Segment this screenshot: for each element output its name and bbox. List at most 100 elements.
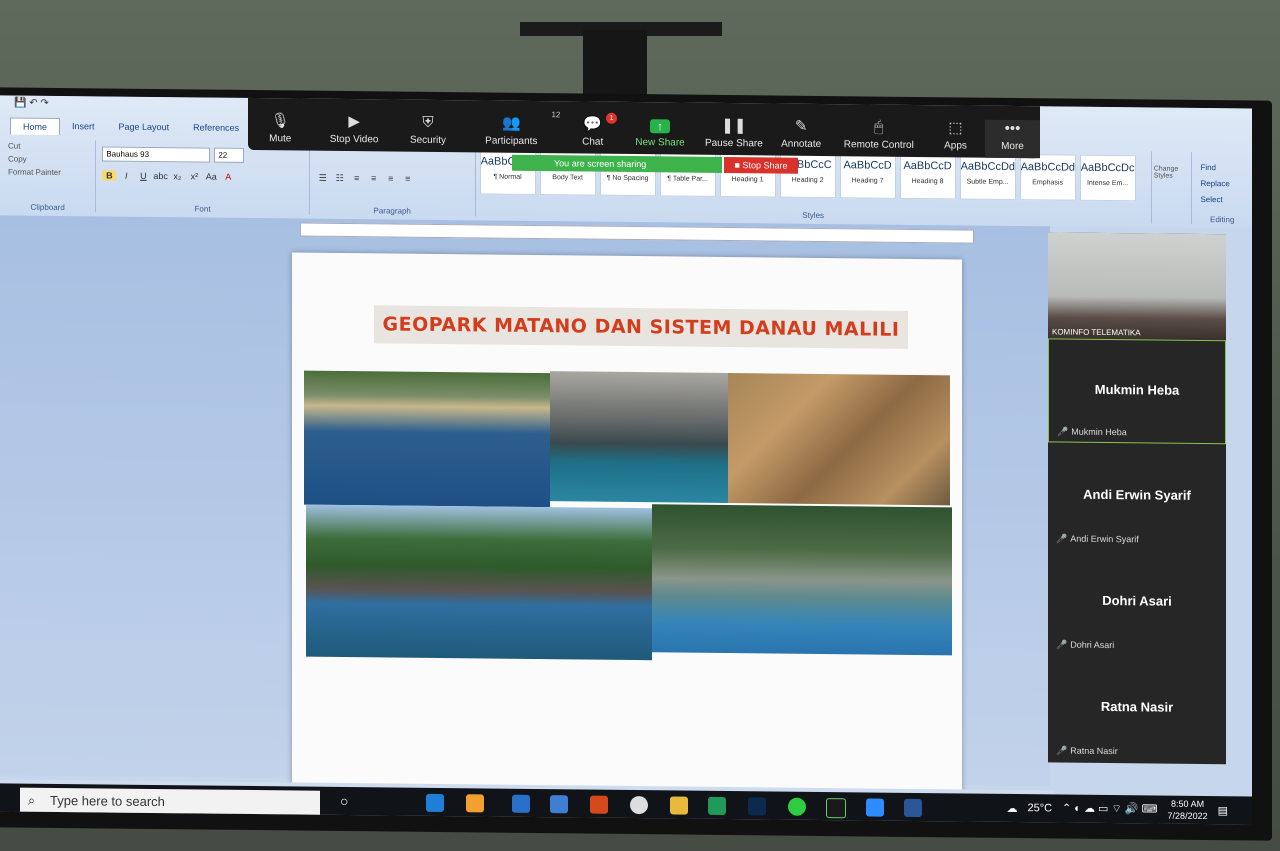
style-name: Body Text (552, 174, 583, 182)
edge-icon[interactable] (426, 793, 444, 813)
style-intense-em-[interactable]: AaBbCcDc Intense Em... (1079, 154, 1136, 202)
font-size-select[interactable]: 22 (214, 147, 245, 163)
security-button[interactable]: ⛨ Security (396, 114, 460, 153)
share-arrow-icon: ↑ (650, 119, 670, 134)
remote-control-button[interactable]: 🖱 Remote Control (832, 118, 927, 157)
find-button[interactable]: Find (1200, 160, 1244, 176)
file-explorer-icon[interactable] (670, 796, 688, 815)
tab-home[interactable]: Home (10, 117, 61, 136)
photo-lake-sandbar (304, 370, 550, 508)
taskbar-search-box[interactable]: ⌕ Type here to search (20, 787, 320, 817)
store-icon[interactable] (466, 794, 484, 813)
notification-icon[interactable]: ▤ (1218, 804, 1228, 817)
align-center-icon[interactable]: ≡ (367, 173, 381, 184)
justify-icon[interactable]: ≡ (401, 174, 415, 185)
app-icon[interactable] (708, 796, 726, 815)
font-color-button[interactable]: A (221, 172, 235, 182)
ribbon-tabs: Home Insert Page Layout References (10, 117, 251, 137)
select-button[interactable]: Select (1200, 192, 1244, 208)
replace-button[interactable]: Replace (1200, 176, 1244, 192)
horizontal-ruler[interactable] (300, 222, 974, 244)
change-styles-button[interactable]: Change Styles (1152, 151, 1192, 179)
numbering-icon[interactable]: ☷ (333, 173, 347, 184)
annotate-button[interactable]: ✎ Annotate (771, 116, 832, 156)
participant-label: Dohri Asari (1070, 639, 1115, 651)
cut-button[interactable]: Cut (0, 139, 95, 153)
monitor-mount-post (583, 30, 647, 100)
title-box: GEOPARK MATANO DAN SISTEM DANAU MALILI (374, 305, 908, 349)
style-subtle-emp-[interactable]: AaBbCcDd Subtle Emp... (959, 153, 1016, 201)
clipboard-group: Cut Copy Format Painter Clipboard (0, 139, 97, 213)
mute-button[interactable]: 🎙 Mute (248, 111, 312, 151)
zoom-icon[interactable] (866, 798, 884, 817)
bold-button[interactable]: B (102, 170, 117, 181)
chat-button[interactable]: 1 💬 Chat (562, 112, 623, 154)
style-preview: AaBbCcD (903, 159, 952, 173)
participant-tile[interactable]: Dohri Asari 🎤 Dohri Asari (1048, 550, 1226, 656)
tab-references[interactable]: References (181, 119, 251, 137)
clock-date: 7/28/2022 (1167, 810, 1208, 822)
style-name: Heading 1 (731, 176, 764, 184)
camera-video-tile[interactable]: KOMINFO TELEMATIKA (1048, 232, 1226, 341)
bullets-icon[interactable]: ☰ (316, 173, 330, 184)
quick-access-toolbar[interactable]: 💾 ↶ ↷ (14, 98, 49, 109)
video-camera-icon: ▶ (348, 113, 360, 131)
muted-mic-icon: 🎤 (1056, 745, 1068, 756)
strikethrough-button[interactable]: abc (153, 171, 168, 181)
more-button[interactable]: ••• More (984, 119, 1040, 159)
participant-label: Ratna Nasir (1070, 745, 1118, 757)
clock[interactable]: 8:50 AM 7/28/2022 (1168, 798, 1208, 822)
tab-insert[interactable]: Insert (60, 118, 107, 135)
document-page[interactable]: GEOPARK MATANO DAN SISTEM DANAU MALILI (292, 252, 962, 800)
tray-icons[interactable]: ⌃ ◐ ☁ ▭ ⌔ 🔊 ⌨ (1062, 802, 1158, 817)
photo-rocky-shoreline (306, 504, 652, 661)
participant-tile[interactable]: Mukmin Heba 🎤 Mukmin Heba (1048, 338, 1226, 445)
photoshop-icon[interactable] (748, 797, 766, 816)
align-left-icon[interactable]: ≡ (350, 173, 364, 184)
pause-share-button[interactable]: ❚❚ Pause Share (697, 116, 771, 156)
photos-icon[interactable] (550, 795, 568, 814)
apps-icon: ⬚ (948, 119, 963, 137)
clock-time: 8:50 AM (1171, 798, 1205, 810)
change-styles-group: Change Styles (1151, 151, 1193, 224)
task-view-icon[interactable]: ○ (340, 793, 358, 811)
participant-tile[interactable]: Andi Erwin Syarif 🎤 Andi Erwin Syarif (1048, 444, 1226, 550)
tab-page-layout[interactable]: Page Layout (107, 119, 182, 137)
document-title: GEOPARK MATANO DAN SISTEM DANAU MALILI (382, 313, 900, 341)
underline-button[interactable]: U (136, 171, 150, 181)
italic-button[interactable]: I (119, 171, 133, 181)
apps-button[interactable]: ⬚ Apps (926, 118, 985, 158)
mail-icon[interactable] (512, 794, 530, 813)
subscript-button[interactable]: x₂ (170, 171, 184, 181)
font-family-select[interactable]: Bauhaus 93 (102, 146, 211, 163)
participants-button[interactable]: 12 👥 Participants (460, 110, 562, 153)
office-icon[interactable] (590, 795, 608, 814)
change-case-button[interactable]: Aa (204, 172, 218, 182)
style-heading-8[interactable]: AaBbCcD Heading 8 (899, 152, 956, 200)
style-heading-7[interactable]: AaBbCcD Heading 7 (839, 152, 896, 199)
photo-forest-reflection (652, 504, 952, 656)
more-dots-icon: ••• (1004, 119, 1021, 138)
shield-icon: ⛨ (422, 113, 434, 131)
participant-count: 12 (551, 110, 561, 120)
weather-temp[interactable]: 25°C (1027, 802, 1052, 814)
document-area[interactable]: GEOPARK MATANO DAN SISTEM DANAU MALILI (0, 215, 1050, 800)
font-group: Bauhaus 93 22 B I U abc x₂ x² Aa A Font (96, 140, 310, 215)
format-painter-button[interactable]: Format Painter (0, 165, 95, 179)
media-icon[interactable] (826, 798, 846, 819)
style-name: Intense Em... (1086, 179, 1129, 188)
whatsapp-icon[interactable] (788, 797, 806, 816)
copy-button[interactable]: Copy (0, 152, 95, 166)
stop-share-button[interactable]: ■ Stop Share (724, 156, 798, 174)
stop-video-button[interactable]: ▶ Stop Video (312, 112, 395, 152)
superscript-button[interactable]: x² (187, 171, 201, 181)
style-name: ¶ No Spacing (606, 174, 649, 183)
opera-icon[interactable] (630, 795, 648, 815)
new-share-button[interactable]: ↑ New Share (623, 119, 697, 155)
participant-tile[interactable]: Ratna Nasir 🎤 Ratna Nasir (1048, 656, 1226, 762)
word-icon[interactable] (904, 798, 922, 818)
style-emphasis[interactable]: AaBbCcDd Emphasis (1019, 154, 1076, 201)
zoom-toolbar: 🎙 Mute ▶ Stop Video ⛨ Security 12 👥 Participa… (248, 95, 1040, 159)
style-preview: AaBbCcDc (1080, 161, 1135, 175)
align-right-icon[interactable]: ≡ (384, 173, 398, 184)
